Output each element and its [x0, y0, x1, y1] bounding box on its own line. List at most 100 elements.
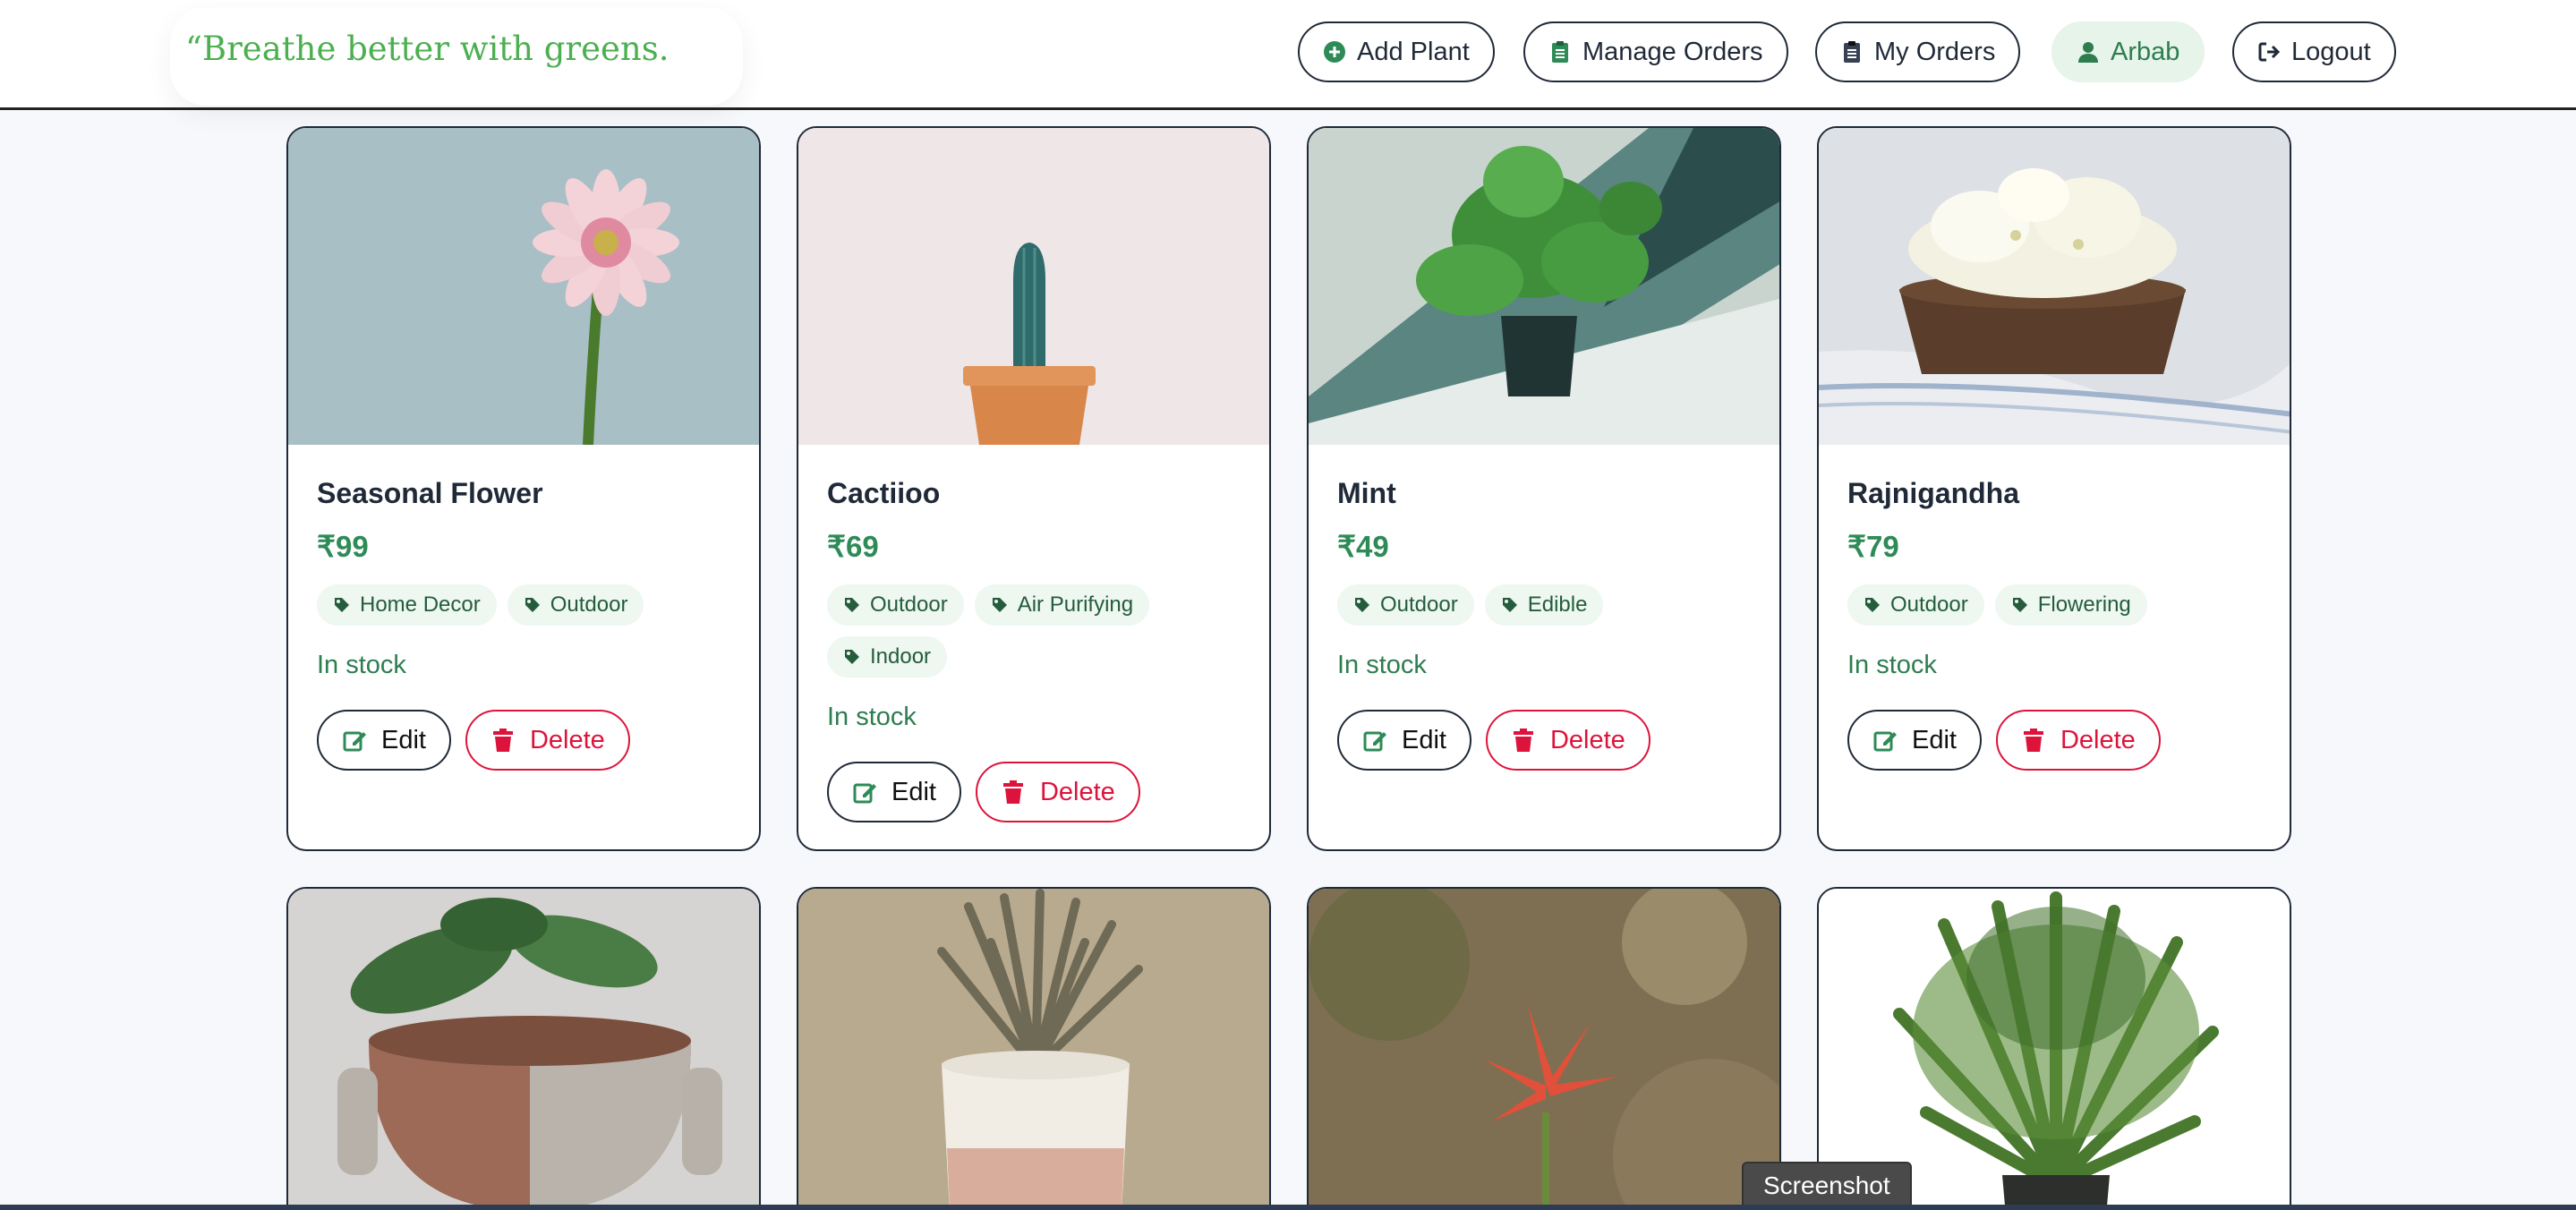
logout-button[interactable]: Logout [2232, 21, 2396, 82]
plant-image [1309, 128, 1779, 445]
top-navbar: “Breathe better with greens. Add Plant M… [0, 0, 2576, 110]
card-actions: Edit Delete [1847, 710, 2261, 771]
tag-icon [2012, 598, 2027, 612]
edit-icon [1363, 731, 1386, 752]
stock-status: In stock [317, 651, 406, 679]
add-plant-button[interactable]: Add Plant [1298, 21, 1495, 82]
tag-label: Edible [1527, 592, 1588, 617]
plant-image [1309, 889, 1779, 1210]
delete-button[interactable]: Delete [1995, 710, 2161, 771]
tag-label: Air Purifying [1017, 592, 1134, 617]
plant-card [1307, 887, 1781, 1210]
logout-icon [2258, 42, 2281, 62]
delete-button[interactable]: Delete [465, 710, 630, 771]
delete-button[interactable]: Delete [1485, 710, 1651, 771]
edit-icon [1873, 731, 1897, 752]
tag-label: Flowering [2037, 592, 2131, 617]
clipboard-list-icon [1552, 41, 1568, 63]
card-actions: Edit Delete [317, 710, 730, 771]
card-body: Mint ₹49 Outdoor Edible In stock Edit De… [1309, 445, 1779, 771]
tag-label: Indoor [870, 644, 932, 669]
tag-label: Outdoor [870, 592, 948, 617]
tag-list: Outdoor Air Purifying Indoor [827, 584, 1239, 677]
edit-icon [853, 783, 876, 804]
delete-label: Delete [1549, 725, 1625, 754]
stock-status: In stock [1847, 651, 1937, 679]
user-icon [2078, 42, 2098, 63]
manage-orders-label: Manage Orders [1582, 37, 1763, 66]
tagline: “Breathe better with greens. [185, 30, 670, 68]
trash-icon [2023, 729, 2043, 752]
plant-image [1819, 128, 2290, 445]
clipboard-icon [1844, 41, 1860, 63]
plant-price: ₹99 [317, 530, 369, 563]
plant-card: Rajnigandha ₹79 Outdoor Flowering In sto… [1817, 126, 2291, 851]
spiky-plant-image [798, 889, 1269, 1210]
plant-card [797, 887, 1271, 1210]
manage-orders-button[interactable]: Manage Orders [1523, 21, 1788, 82]
red-flower-image [1309, 889, 1779, 1210]
edit-button[interactable]: Edit [1337, 710, 1471, 771]
tag-icon [845, 598, 859, 612]
plant-card [286, 887, 761, 1210]
plant-card: Seasonal Flower ₹99 Home Decor Outdoor I… [286, 126, 761, 851]
plus-circle-icon [1324, 41, 1345, 63]
mint-plant-image [1309, 128, 1779, 445]
plant-card: Mint ₹49 Outdoor Edible In stock Edit De… [1307, 126, 1781, 851]
tag: Outdoor [1847, 584, 1984, 626]
delete-button[interactable]: Delete [975, 762, 1140, 822]
tag-icon [1355, 598, 1369, 612]
trash-icon [1002, 780, 1023, 804]
cactus-image [798, 128, 1269, 445]
delete-label: Delete [2060, 725, 2136, 754]
plant-name: Cactiioo [827, 477, 941, 509]
gerbera-flower-image [288, 128, 759, 445]
tag-icon [525, 598, 540, 612]
plant-image [798, 128, 1269, 445]
stock-status: In stock [1337, 651, 1427, 679]
card-actions: Edit Delete [1337, 710, 1751, 771]
card-actions: Edit Delete [827, 762, 1241, 822]
my-orders-button[interactable]: My Orders [1815, 21, 2021, 82]
card-body: Cactiioo ₹69 Outdoor Air Purifying Indoo… [798, 445, 1269, 822]
rajnigandha-flowers-image [1819, 128, 2290, 445]
tag-label: Outdoor [1380, 592, 1458, 617]
tag: Indoor [827, 636, 948, 677]
edit-button[interactable]: Edit [827, 762, 961, 822]
screenshot-button[interactable]: Screenshot [1742, 1162, 1912, 1210]
edit-label: Edit [1912, 725, 1957, 754]
user-name-label: Arbab [2111, 37, 2180, 66]
edit-label: Edit [381, 725, 426, 754]
stock-status: In stock [827, 703, 917, 731]
tag-icon [1865, 598, 1880, 612]
plant-name: Seasonal Flower [317, 477, 543, 509]
plant-image [798, 889, 1269, 1210]
plant-name: Rajnigandha [1847, 477, 2020, 509]
user-profile-button[interactable]: Arbab [2051, 21, 2205, 82]
edit-icon [343, 731, 366, 752]
tag-icon [1502, 598, 1517, 612]
delete-label: Delete [529, 725, 605, 754]
trash-icon [1513, 729, 1533, 752]
tag-label: Home Decor [360, 592, 481, 617]
tag-list: Home Decor Outdoor [317, 584, 729, 626]
tag: Outdoor [1337, 584, 1474, 626]
potted-plant-image [288, 889, 759, 1210]
plant-name: Mint [1337, 477, 1396, 509]
add-plant-label: Add Plant [1357, 37, 1470, 66]
plant-price: ₹79 [1847, 530, 1899, 563]
plant-price: ₹49 [1337, 530, 1389, 563]
tag: Flowering [1994, 584, 2147, 626]
tag-label: Outdoor [1890, 592, 1968, 617]
my-orders-label: My Orders [1874, 37, 1996, 66]
tag-icon [335, 598, 349, 612]
edit-button[interactable]: Edit [317, 710, 451, 771]
card-body: Rajnigandha ₹79 Outdoor Flowering In sto… [1819, 445, 2290, 771]
edit-button[interactable]: Edit [1847, 710, 1982, 771]
tag-list: Outdoor Flowering [1847, 584, 2259, 626]
bottom-strip [0, 1205, 2576, 1210]
card-body: Seasonal Flower ₹99 Home Decor Outdoor I… [288, 445, 759, 771]
tag-label: Outdoor [550, 592, 628, 617]
tag: Outdoor [507, 584, 644, 626]
tag-icon [992, 598, 1007, 612]
